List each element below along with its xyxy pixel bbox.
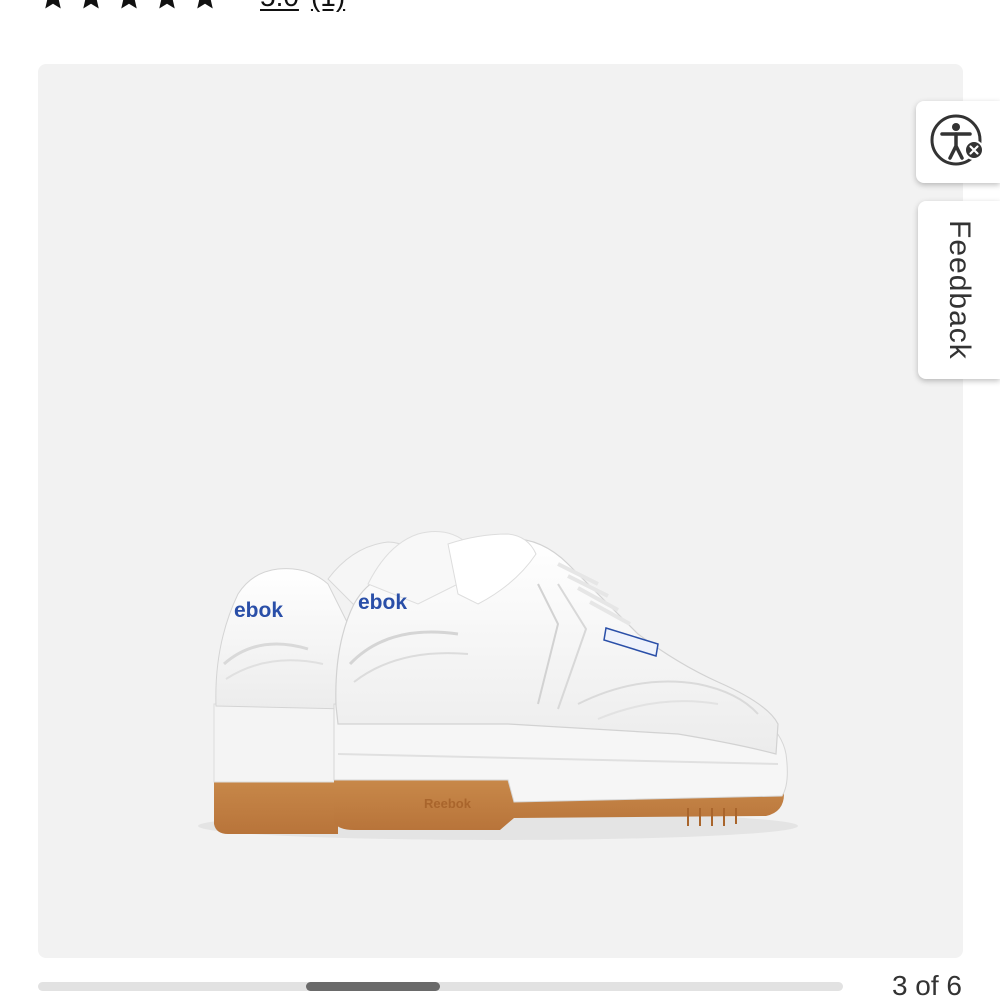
star-icon xyxy=(159,0,175,9)
carousel-scroll-thumb[interactable] xyxy=(306,982,440,991)
product-image[interactable]: ebok ebok Reebok xyxy=(38,64,963,958)
feedback-label: Feedback xyxy=(943,220,976,360)
image-counter: 3 of 6 xyxy=(891,970,962,1000)
star-icon xyxy=(45,0,61,9)
accessibility-icon xyxy=(930,114,984,166)
rating-value-link[interactable]: 5.0 xyxy=(260,0,299,13)
front-shoe: ebok Reebok xyxy=(333,531,788,830)
carousel-scrollbar[interactable] xyxy=(38,982,843,991)
rating-row: 5.0 (1) xyxy=(38,0,345,14)
sneaker-image: ebok ebok Reebok xyxy=(198,531,798,840)
star-icon xyxy=(83,0,99,9)
heel-logo-front: ebok xyxy=(358,591,407,614)
sole-brand-text: Reebok xyxy=(424,796,472,811)
star-rating xyxy=(38,0,220,12)
accessibility-button[interactable] xyxy=(916,101,1000,183)
product-page: 5.0 (1) xyxy=(0,0,1000,1000)
star-icon xyxy=(121,0,137,9)
feedback-button[interactable]: Feedback xyxy=(918,201,1000,379)
review-count-link[interactable]: (1) xyxy=(311,0,345,13)
heel-logo-back: ebok xyxy=(234,599,283,622)
star-icon xyxy=(197,0,213,9)
